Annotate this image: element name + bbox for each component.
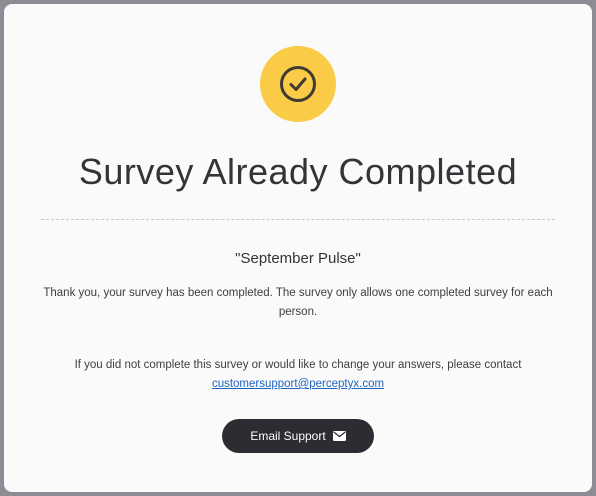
page-title: Survey Already Completed	[78, 151, 518, 192]
email-support-button[interactable]: Email Support	[222, 419, 374, 453]
divider	[41, 219, 555, 220]
check-circle-icon	[280, 66, 316, 102]
survey-name: "September Pulse"	[235, 250, 361, 267]
contact-message: If you did not complete this survey or w…	[34, 356, 562, 394]
survey-completed-card: Survey Already Completed "September Puls…	[4, 4, 592, 492]
completed-message: Thank you, your survey has been complete…	[43, 287, 553, 318]
completed-badge	[260, 46, 336, 122]
support-email-link[interactable]: customersupport@perceptyx.com	[212, 375, 384, 394]
envelope-icon	[332, 431, 346, 441]
contact-message-text: If you did not complete this survey or w…	[74, 359, 522, 371]
email-support-label: Email Support	[250, 429, 326, 443]
